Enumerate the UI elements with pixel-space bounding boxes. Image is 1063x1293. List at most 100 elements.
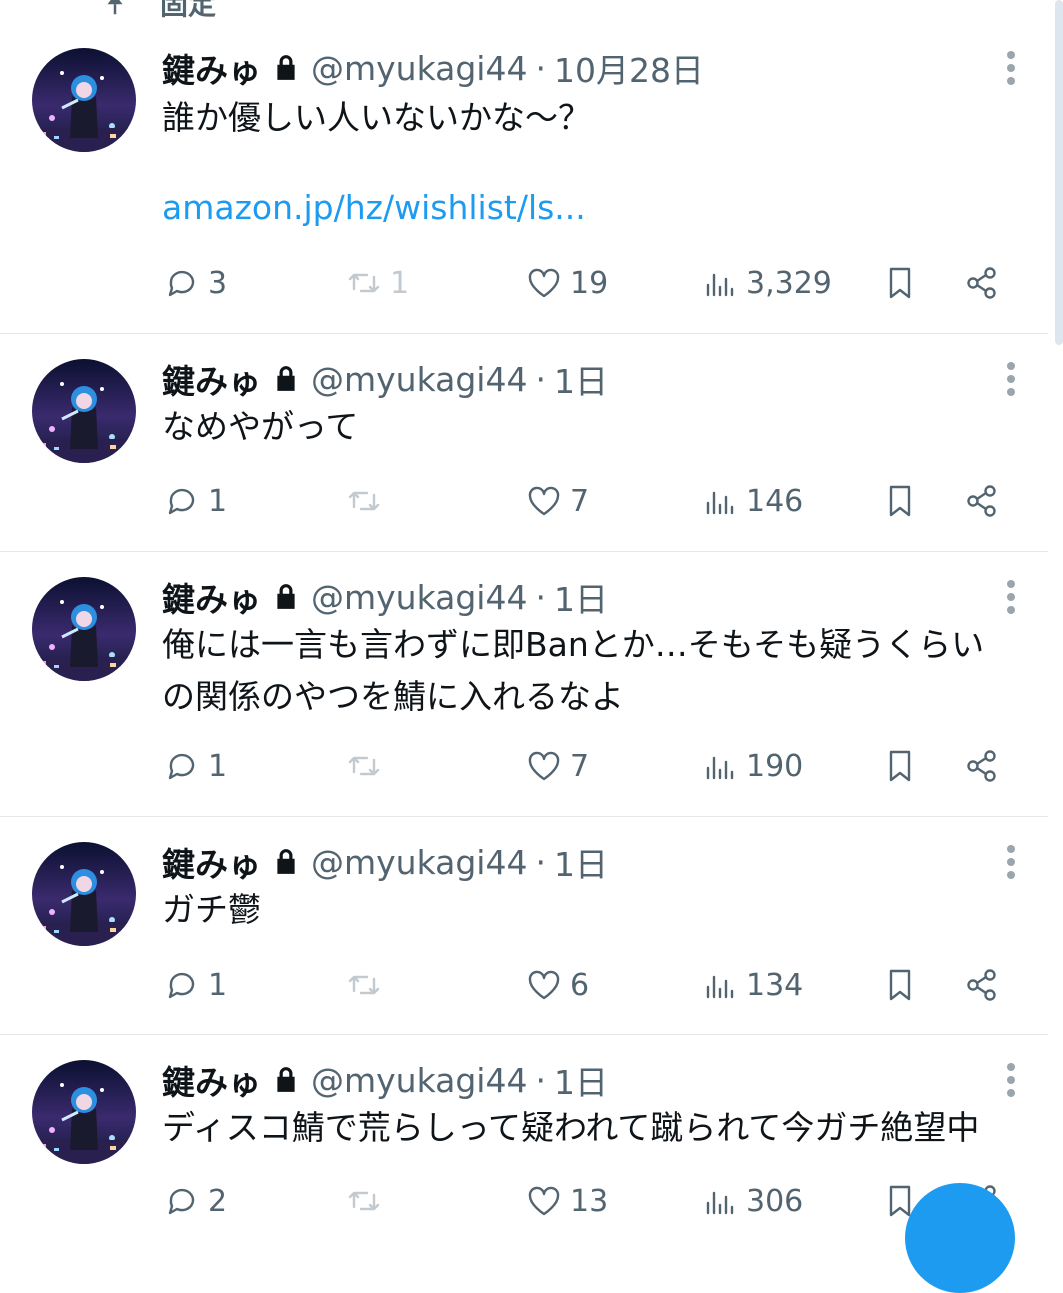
reply-button[interactable]: 1: [162, 476, 227, 526]
lock-icon: [273, 583, 299, 611]
more-options-button[interactable]: [996, 840, 1026, 884]
views-button[interactable]: 190: [700, 741, 803, 791]
display-name[interactable]: 鍵みゅ: [162, 573, 261, 621]
handle[interactable]: @myukagi44: [311, 578, 527, 617]
avatar[interactable]: [32, 359, 136, 463]
reply-button[interactable]: 1: [162, 960, 227, 1010]
bookmark-button[interactable]: [880, 258, 920, 308]
share-icon: [967, 750, 996, 782]
like-count: 13: [570, 1183, 609, 1219]
timestamp[interactable]: 1日: [554, 573, 608, 621]
tweet-header: 鍵みゅ @myukagi44 · 1日: [162, 573, 608, 621]
bookmark-button[interactable]: [880, 476, 920, 526]
more-icon: [1007, 51, 1015, 85]
like-button[interactable]: 13: [524, 1176, 608, 1226]
avatar[interactable]: [32, 1060, 136, 1164]
lock-icon: [273, 365, 299, 393]
tweet[interactable]: 鍵みゅ @myukagi44 · 1日 俺には一言も言わずに即Banとか…そもそ…: [0, 551, 1048, 817]
retweet-button[interactable]: [344, 741, 390, 791]
bookmark-button[interactable]: [880, 960, 920, 1010]
separator-dot: ·: [535, 577, 546, 617]
views-count: 3,329: [746, 265, 832, 301]
more-options-button[interactable]: [996, 46, 1026, 90]
like-button[interactable]: 7: [524, 476, 589, 526]
tweet-text: ガチ鬱: [162, 890, 261, 929]
handle[interactable]: @myukagi44: [311, 1061, 527, 1100]
display-name[interactable]: 鍵みゅ: [162, 355, 261, 403]
reply-icon: [168, 972, 195, 999]
handle[interactable]: @myukagi44: [311, 843, 527, 882]
tweet-text: 誰か優しい人いないかな〜？: [162, 98, 591, 137]
tweet-actions: 3 1 19 3,329: [162, 258, 1022, 308]
views-icon: [706, 491, 734, 515]
like-button[interactable]: 19: [524, 258, 608, 308]
retweet-button[interactable]: [344, 476, 390, 526]
heart-icon: [528, 751, 560, 781]
timestamp[interactable]: 1日: [554, 838, 608, 886]
reply-count: 2: [208, 1183, 228, 1219]
retweet-button[interactable]: [344, 1176, 390, 1226]
like-button[interactable]: 7: [524, 741, 589, 791]
views-button[interactable]: 3,329: [700, 258, 832, 308]
retweet-icon: [348, 975, 380, 995]
timestamp[interactable]: 1日: [554, 355, 608, 403]
avatar[interactable]: [32, 577, 136, 681]
reply-count: 1: [208, 967, 228, 1003]
display-name[interactable]: 鍵みゅ: [162, 44, 261, 92]
retweet-button[interactable]: 1: [344, 258, 409, 308]
tweet-header: 鍵みゅ @myukagi44 · 1日: [162, 355, 608, 403]
reply-count: 1: [208, 483, 228, 519]
timestamp[interactable]: 10月28日: [554, 44, 704, 92]
views-button[interactable]: 146: [700, 476, 803, 526]
tweet[interactable]: 鍵みゅ @myukagi44 · 1日 ガチ鬱 1 6 134: [0, 816, 1048, 1035]
bookmark-icon: [889, 750, 911, 782]
tweet-link[interactable]: amazon.jp/hz/wishlist/ls...: [162, 188, 586, 227]
retweet-button[interactable]: [344, 960, 390, 1010]
reply-button[interactable]: 2: [162, 1176, 227, 1226]
scrollbar[interactable]: [1055, 0, 1063, 345]
like-count: 7: [570, 748, 590, 784]
avatar[interactable]: [32, 842, 136, 946]
tweet[interactable]: 鍵みゅ @myukagi44 · 1日 ディスコ鯖で荒らしって疑われて蹴られて今…: [0, 1034, 1048, 1254]
display-name[interactable]: 鍵みゅ: [162, 838, 261, 886]
lock-icon: [273, 1066, 299, 1094]
share-button[interactable]: [962, 258, 1002, 308]
share-button[interactable]: [962, 741, 1002, 791]
handle[interactable]: @myukagi44: [311, 49, 527, 88]
reply-button[interactable]: 1: [162, 741, 227, 791]
more-options-button[interactable]: [996, 357, 1026, 401]
like-button[interactable]: 6: [524, 960, 589, 1010]
more-options-button[interactable]: [996, 575, 1026, 619]
share-icon: [967, 485, 996, 517]
tweet-actions: 1 7 190: [162, 741, 1022, 791]
views-count: 306: [746, 1183, 804, 1219]
display-name[interactable]: 鍵みゅ: [162, 1056, 261, 1104]
avatar[interactable]: [32, 48, 136, 152]
more-options-button[interactable]: [996, 1058, 1026, 1102]
timestamp[interactable]: 1日: [554, 1056, 608, 1104]
bookmark-button[interactable]: [880, 741, 920, 791]
tweet-text: なめやがって: [162, 407, 359, 446]
reply-icon: [168, 270, 195, 297]
share-button[interactable]: [962, 960, 1002, 1010]
views-button[interactable]: 134: [700, 960, 803, 1010]
retweet-count: 1: [390, 265, 410, 301]
views-button[interactable]: 306: [700, 1176, 803, 1226]
bookmark-icon: [889, 485, 911, 517]
share-button[interactable]: [962, 476, 1002, 526]
separator-dot: ·: [535, 359, 546, 399]
views-icon: [706, 975, 734, 999]
more-icon: [1007, 580, 1015, 614]
separator-dot: ·: [535, 1060, 546, 1100]
reply-button[interactable]: 3: [162, 258, 227, 308]
tweet[interactable]: 鍵みゅ @myukagi44 · 10月28日 誰か優しい人いないかな〜？ am…: [0, 0, 1048, 334]
reply-count: 1: [208, 748, 228, 784]
lock-icon: [273, 54, 299, 82]
more-icon: [1007, 1063, 1015, 1097]
tweet[interactable]: 鍵みゅ @myukagi44 · 1日 なめやがって 1 7 146: [0, 333, 1048, 552]
handle[interactable]: @myukagi44: [311, 360, 527, 399]
tweet-text: 俺には一言も言わずに即Banとか…そもそも疑うくらい の関係のやつを鯖に入れるな…: [162, 625, 985, 716]
like-count: 6: [570, 967, 590, 1003]
retweet-icon: [348, 491, 380, 511]
heart-icon: [528, 970, 560, 1000]
